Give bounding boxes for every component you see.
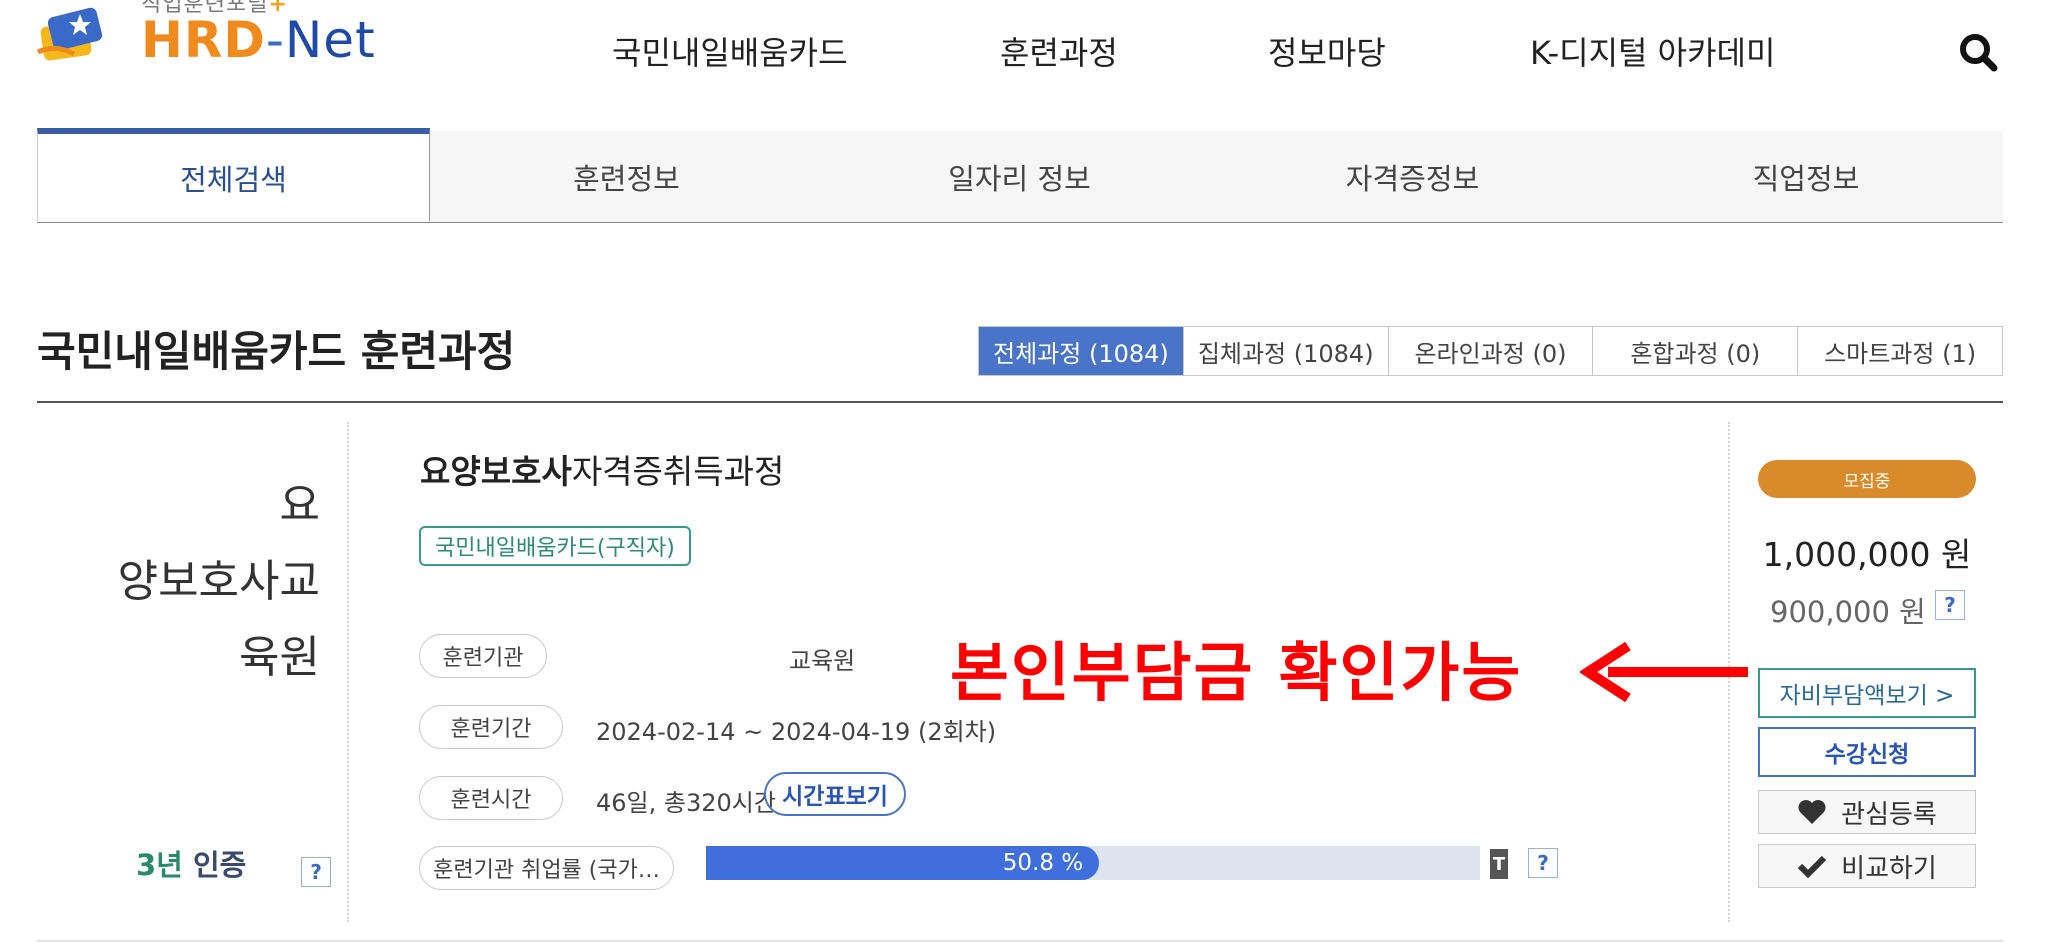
heart-icon [1798, 800, 1826, 824]
rate-tag: T [1490, 849, 1508, 879]
support-amount: 900,000 원 [1770, 595, 1926, 629]
institution-name[interactable]: 요 양보호사교 육원 [60, 468, 320, 696]
logo-mark-icon [36, 7, 103, 61]
search-icon [1960, 34, 1998, 72]
institution-name-line: 육원 [239, 632, 320, 683]
tab-training-info[interactable]: 훈련정보 [430, 131, 823, 223]
nav-item-info[interactable]: 정보마당 [1268, 28, 1386, 74]
course-type-filter: 전체과정 (1084) 집체과정 (1084) 온라인과정 (0) 혼합과정 (… [978, 326, 2003, 376]
institution-label: 훈련기관 [419, 634, 547, 678]
employment-rate-help-button[interactable]: ? [1528, 848, 1558, 878]
timetable-button[interactable]: 시간표보기 [764, 772, 906, 816]
employment-rate-value: 50.8 % [1002, 850, 1084, 876]
institution-value: 교육원 [789, 647, 856, 675]
tab-all-search[interactable]: 전체검색 [37, 128, 430, 221]
apply-button[interactable]: 수강신청 [1758, 727, 1976, 777]
search-tabs: 전체검색 훈련정보 일자리 정보 자격증정보 직업정보 [37, 128, 2003, 223]
course-title[interactable]: 요양보호사자격증취득과정 [420, 445, 784, 493]
compare-label: 비교하기 [1841, 853, 1937, 884]
card-type-badge: 국민내일배움카드(구직자) [419, 526, 691, 566]
certification-badge: 3년 인증 [136, 848, 247, 882]
arrow-left-icon [1580, 642, 1748, 702]
nav-item-training-course[interactable]: 훈련과정 [1000, 28, 1118, 74]
support-amount-help-button[interactable]: ? [1935, 590, 1965, 620]
annotation-text: 본인부담금 확인가능 [950, 637, 1523, 711]
filter-group-courses[interactable]: 집체과정 (1084) [1182, 327, 1388, 375]
period-label: 훈련기간 [419, 705, 563, 749]
filter-online-courses[interactable]: 온라인과정 (0) [1387, 327, 1593, 375]
nav-item-learning-card[interactable]: 국민내일배움카드 [612, 28, 848, 74]
certification-help-button[interactable]: ? [301, 857, 331, 887]
hours-label: 훈련시간 [419, 776, 563, 820]
compare-button[interactable]: 비교하기 [1758, 844, 1976, 888]
hours-value: 46일, 총320시간 [596, 789, 776, 817]
page-title: 국민내일배움카드 훈련과정 [37, 327, 516, 376]
institution-name-line: 양보호사교 [117, 556, 320, 607]
section-divider [37, 401, 2003, 403]
filter-blended-courses[interactable]: 혼합과정 (0) [1592, 327, 1797, 375]
filter-smart-courses[interactable]: 스마트과정 (1) [1797, 327, 2002, 375]
tab-certificate-info[interactable]: 자격증정보 [1216, 131, 1609, 223]
employment-rate-bar: 50.8 % [706, 846, 1480, 880]
logo[interactable]: 직업훈련포털+ HRD-Net [36, 0, 376, 80]
filter-all-courses[interactable]: 전체과정 (1084) [979, 327, 1183, 375]
period-value: 2024-02-14 ~ 2024-04-19 (2회차) [596, 718, 997, 746]
course-fee: 1,000,000 원 [1762, 535, 1972, 574]
nav-item-k-digital[interactable]: K-디지털 아카데미 [1530, 28, 1775, 74]
institution-name-line: 요 [279, 480, 320, 531]
employment-rate-label: 훈련기관 취업률 (국가… [419, 846, 674, 890]
check-icon [1798, 855, 1827, 878]
status-badge: 모집중 [1758, 460, 1976, 498]
logo-wordmark: HRD-Net [141, 11, 376, 69]
interest-button[interactable]: 관심등록 [1758, 790, 1976, 834]
tab-job-info[interactable]: 일자리 정보 [823, 131, 1216, 223]
search-button[interactable] [1956, 30, 2000, 74]
tab-occupation-info[interactable]: 직업정보 [1609, 131, 2003, 223]
interest-label: 관심등록 [1841, 799, 1937, 830]
column-divider [347, 422, 349, 922]
self-pay-button[interactable]: 자비부담액보기 > [1758, 668, 1976, 718]
